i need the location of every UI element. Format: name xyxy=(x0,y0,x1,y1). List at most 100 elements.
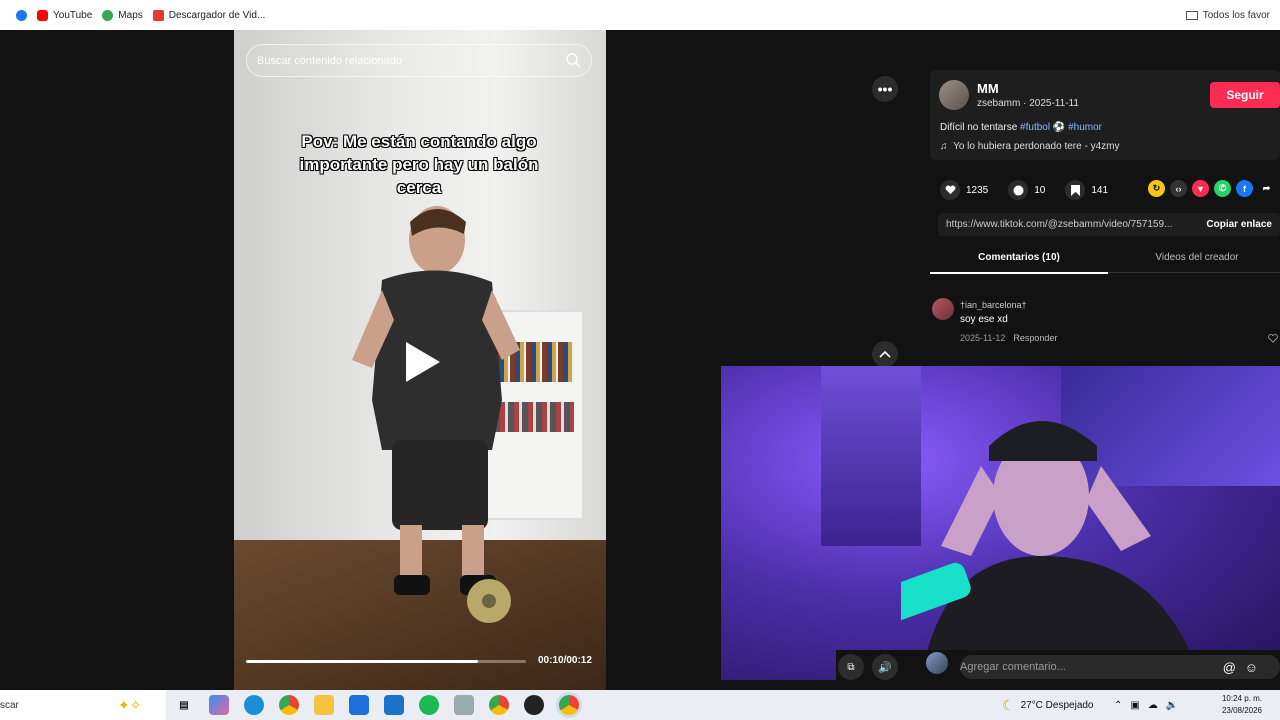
comment-avatar[interactable] xyxy=(932,298,954,320)
volume-icon: 🔊 xyxy=(878,661,892,674)
facebook-share-icon[interactable]: f xyxy=(1236,180,1253,197)
sparkle-icon: ✦✧ xyxy=(118,696,142,713)
tray-app-icon[interactable]: ▣ xyxy=(1130,700,1139,711)
emoji-icon[interactable]: ☺ xyxy=(1245,660,1258,675)
weather-text: 27°C Despejado xyxy=(1020,699,1094,711)
previous-video-button[interactable] xyxy=(872,341,898,367)
edge-icon[interactable] xyxy=(244,695,264,715)
share-options: ↻ ‹› ▼ ✆ f ➦ xyxy=(1148,180,1275,197)
hashtag-futbol[interactable]: #futbol xyxy=(1020,122,1050,133)
video-description: Difícil no tentarse #futbol ⚽ #humor xyxy=(940,122,1102,133)
volume-tray-icon[interactable]: 🔉 xyxy=(1166,700,1178,711)
chrome-icon[interactable] xyxy=(279,695,299,715)
bookmark-label: Descargador de Vid... xyxy=(168,9,266,21)
clock[interactable]: 10:24 p. m. 23/08/2026 xyxy=(1218,693,1262,717)
bookmark-downloader[interactable]: Descargador de Vid... xyxy=(152,9,266,21)
chrome-active-icon[interactable] xyxy=(559,695,579,715)
taskbar-search[interactable]: scar ✦✧ xyxy=(0,690,166,720)
music-note-icon: ♫ xyxy=(940,141,948,152)
bookmark-icon xyxy=(1070,184,1080,196)
comment-text: soy ese xd xyxy=(960,314,1008,325)
bookmark-maps[interactable]: Maps xyxy=(102,9,143,21)
play-icon[interactable] xyxy=(402,340,442,384)
music-title: Yo lo hubiera perdonado tere - y4zmy xyxy=(953,141,1120,152)
comment-bar: ⧉ 🔊 Agregar comentario... @ ☺ xyxy=(836,650,1280,690)
follow-button[interactable]: Seguir xyxy=(1210,82,1280,108)
taskbar: scar ✦✧ ▤ ☾ 27°C Despejado ⌃ ▣ ☁ 🔉 10:24… xyxy=(0,690,1280,720)
chrome-profile-icon[interactable] xyxy=(489,695,509,715)
weather-moon-icon: ☾ xyxy=(1002,696,1015,713)
bookmarks-bar: YouTube Maps Descargador de Vid... Todos… xyxy=(0,0,1280,30)
folder-icon xyxy=(1185,11,1198,20)
pip-button[interactable]: ⧉ xyxy=(838,654,864,680)
my-avatar xyxy=(926,652,948,674)
obs-icon[interactable] xyxy=(524,695,544,715)
comment-user[interactable]: †ian_barcelona† xyxy=(960,300,1027,310)
engagement-stats: 1235 10 141 xyxy=(940,180,1122,200)
comment-input[interactable]: Agregar comentario... @ ☺ xyxy=(960,655,1280,679)
network-icon[interactable]: ☁ xyxy=(1148,700,1158,711)
description-text: Difícil no tentarse xyxy=(940,122,1021,133)
taskbar-search-text: scar xyxy=(0,699,19,711)
bookmark-label: Maps xyxy=(118,9,143,21)
ellipsis-icon: ••• xyxy=(877,81,893,97)
bookmark-youtube[interactable]: YouTube xyxy=(37,9,93,21)
video-link-box: https://www.tiktok.com/@zsebamm/video/75… xyxy=(938,213,1280,236)
tray-chevron-icon[interactable]: ⌃ xyxy=(1114,700,1122,711)
taskbar-apps: ▤ xyxy=(174,695,579,715)
author-handle-date: zsebamm · 2025-11-11 xyxy=(977,98,1079,109)
save-count: 141 xyxy=(1091,184,1109,196)
video-person xyxy=(352,206,520,595)
author-card: MM zsebamm · 2025-11-11 Seguir Difícil n… xyxy=(930,70,1280,160)
file-explorer-icon[interactable] xyxy=(314,695,334,715)
like-count: 1235 xyxy=(966,184,989,196)
video-progress[interactable] xyxy=(246,660,526,663)
all-favorites[interactable]: Todos los favor xyxy=(1185,0,1270,30)
clock-date: 23/08/2026 xyxy=(1221,706,1262,715)
save-button[interactable]: 141 xyxy=(1065,180,1108,200)
bookmark-youtube[interactable] xyxy=(16,9,27,21)
reply-button[interactable]: Responder xyxy=(1013,333,1057,343)
copy-link-button[interactable]: Copiar enlace xyxy=(1206,219,1272,230)
copilot-icon[interactable] xyxy=(209,695,229,715)
facebook-icon xyxy=(16,9,27,21)
store-icon[interactable] xyxy=(349,695,369,715)
like-button[interactable]: 1235 xyxy=(940,180,988,200)
bookmark-label: YouTube xyxy=(53,9,93,21)
maps-icon xyxy=(102,9,114,21)
author-name[interactable]: MM xyxy=(977,81,999,96)
repost-icon[interactable]: ↻ xyxy=(1148,180,1165,197)
comment-button[interactable]: 10 xyxy=(1008,180,1045,200)
related-search[interactable]: Buscar contenido relacionado xyxy=(246,44,592,77)
spotify-icon[interactable] xyxy=(419,695,439,715)
video-player[interactable]: Buscar contenido relacionado Pov: Me est… xyxy=(234,30,606,690)
author-avatar[interactable] xyxy=(939,80,969,110)
details-panel: MM zsebamm · 2025-11-11 Seguir Difícil n… xyxy=(930,70,1280,350)
page-main: Buscar contenido relacionado Pov: Me est… xyxy=(0,30,1280,690)
comment-icon xyxy=(1013,185,1024,195)
app-icon[interactable] xyxy=(454,695,474,715)
search-placeholder: Buscar contenido relacionado xyxy=(257,54,402,67)
comment-like-icon[interactable] xyxy=(1268,334,1278,343)
progress-fill xyxy=(246,660,479,663)
task-view-icon[interactable]: ▤ xyxy=(174,695,194,715)
send-icon[interactable]: ▼ xyxy=(1192,180,1209,197)
search-icon[interactable] xyxy=(565,52,581,68)
tab-comments[interactable]: Comentarios (10) xyxy=(930,252,1108,274)
heart-icon xyxy=(945,185,955,195)
comment-meta: 2025-11-12 Responder xyxy=(960,333,1057,343)
comment-count: 10 xyxy=(1034,184,1046,196)
share-arrow-icon[interactable]: ➦ xyxy=(1258,180,1275,197)
mention-icon[interactable]: @ xyxy=(1223,660,1236,675)
downloader-icon xyxy=(152,9,164,21)
weather-widget[interactable]: ☾ 27°C Despejado xyxy=(1002,690,1094,720)
music-info[interactable]: ♫ Yo lo hubiera perdonado tere - y4zmy xyxy=(940,141,1119,152)
whatsapp-icon[interactable]: ✆ xyxy=(1214,180,1231,197)
embed-icon[interactable]: ‹› xyxy=(1170,180,1187,197)
more-options-button[interactable]: ••• xyxy=(872,76,898,102)
tab-creator-videos[interactable]: Videos del creador xyxy=(1108,252,1280,263)
hashtag-humor[interactable]: #humor xyxy=(1068,122,1102,133)
volume-button[interactable]: 🔊 xyxy=(872,654,898,680)
mail-icon[interactable] xyxy=(384,695,404,715)
favorites-label: Todos los favor xyxy=(1202,9,1270,21)
